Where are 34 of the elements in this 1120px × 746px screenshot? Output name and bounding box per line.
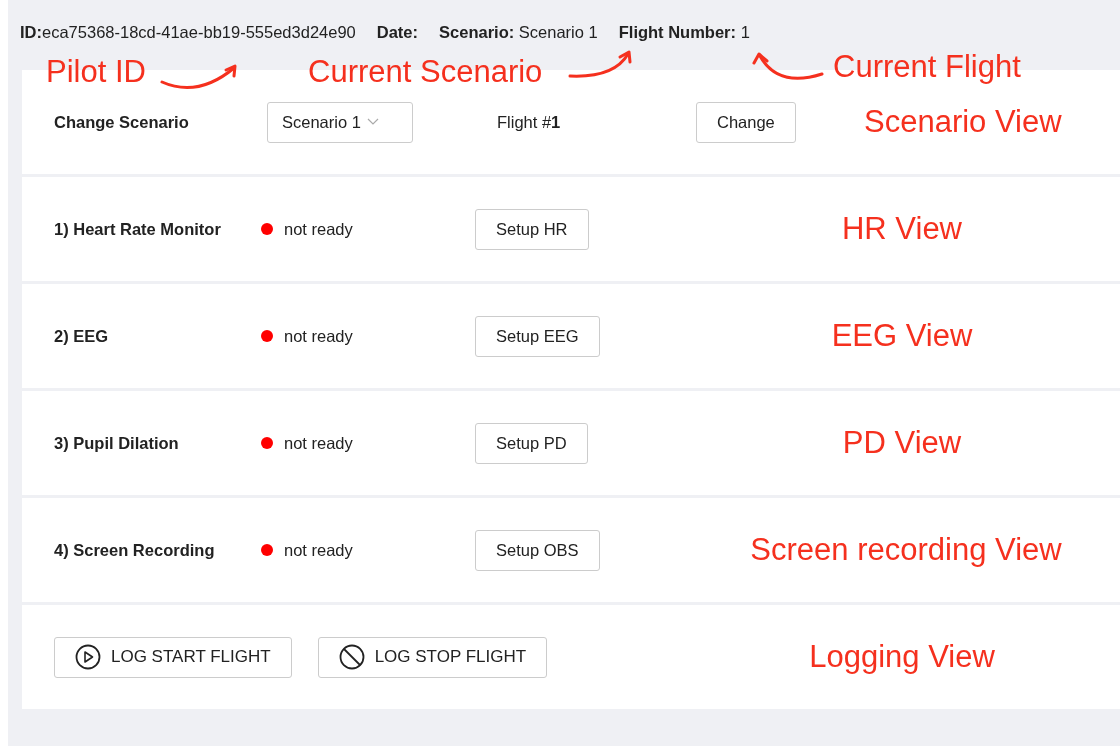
annotation-label: Pilot ID: [46, 54, 146, 90]
setup-button[interactable]: Setup OBS: [475, 529, 600, 571]
chevron-down-icon: [366, 118, 379, 126]
annotation-label: Current Flight: [833, 49, 1021, 85]
log-button[interactable]: LOG STOP FLIGHT: [317, 636, 548, 678]
sensor-label: 3) Pupil Dilation: [54, 433, 180, 453]
status-text: not ready: [284, 540, 354, 560]
scenario-label: Change Scenario: [54, 112, 190, 132]
play-icon: [75, 644, 101, 670]
status-text: not ready: [284, 219, 354, 239]
status-text: not ready: [284, 433, 354, 453]
date-label: Date:: [376, 23, 419, 43]
flight-number: Flight Number: 1: [618, 23, 750, 43]
flight-label: Flight #1: [497, 112, 562, 132]
annotation-label: PD View: [841, 425, 963, 461]
setup-button[interactable]: Setup HR: [475, 208, 589, 250]
prohibited-icon: [338, 644, 365, 670]
sensor-label: 1) Heart Rate Monitor: [54, 219, 222, 239]
setup-button[interactable]: Setup PD: [475, 422, 588, 464]
annotation-label: HR View: [841, 211, 963, 247]
setup-button[interactable]: Setup EEG: [475, 315, 600, 357]
annotation-label: EEG View: [830, 318, 974, 354]
sensor-label: 4) Screen Recording: [54, 540, 216, 560]
scenario-select[interactable]: Scenario 1: [267, 101, 413, 143]
pilot-id: ID:eca75368-18cd-41ae-bb19-555ed3d24e90: [20, 23, 356, 43]
sensor-label: 2) EEG: [54, 326, 110, 346]
scenario-info: Scenario: Scenario 1: [439, 23, 598, 43]
log-button[interactable]: LOG START FLIGHT: [54, 636, 292, 678]
annotation-label: Screen recording View: [749, 532, 1063, 568]
status-text: not ready: [284, 326, 354, 346]
annotation-label: Scenario View: [864, 104, 1062, 140]
change-button[interactable]: Change: [696, 101, 796, 143]
annotation-label: Logging View: [808, 639, 996, 675]
annotation-label: Current Scenario: [308, 54, 543, 90]
